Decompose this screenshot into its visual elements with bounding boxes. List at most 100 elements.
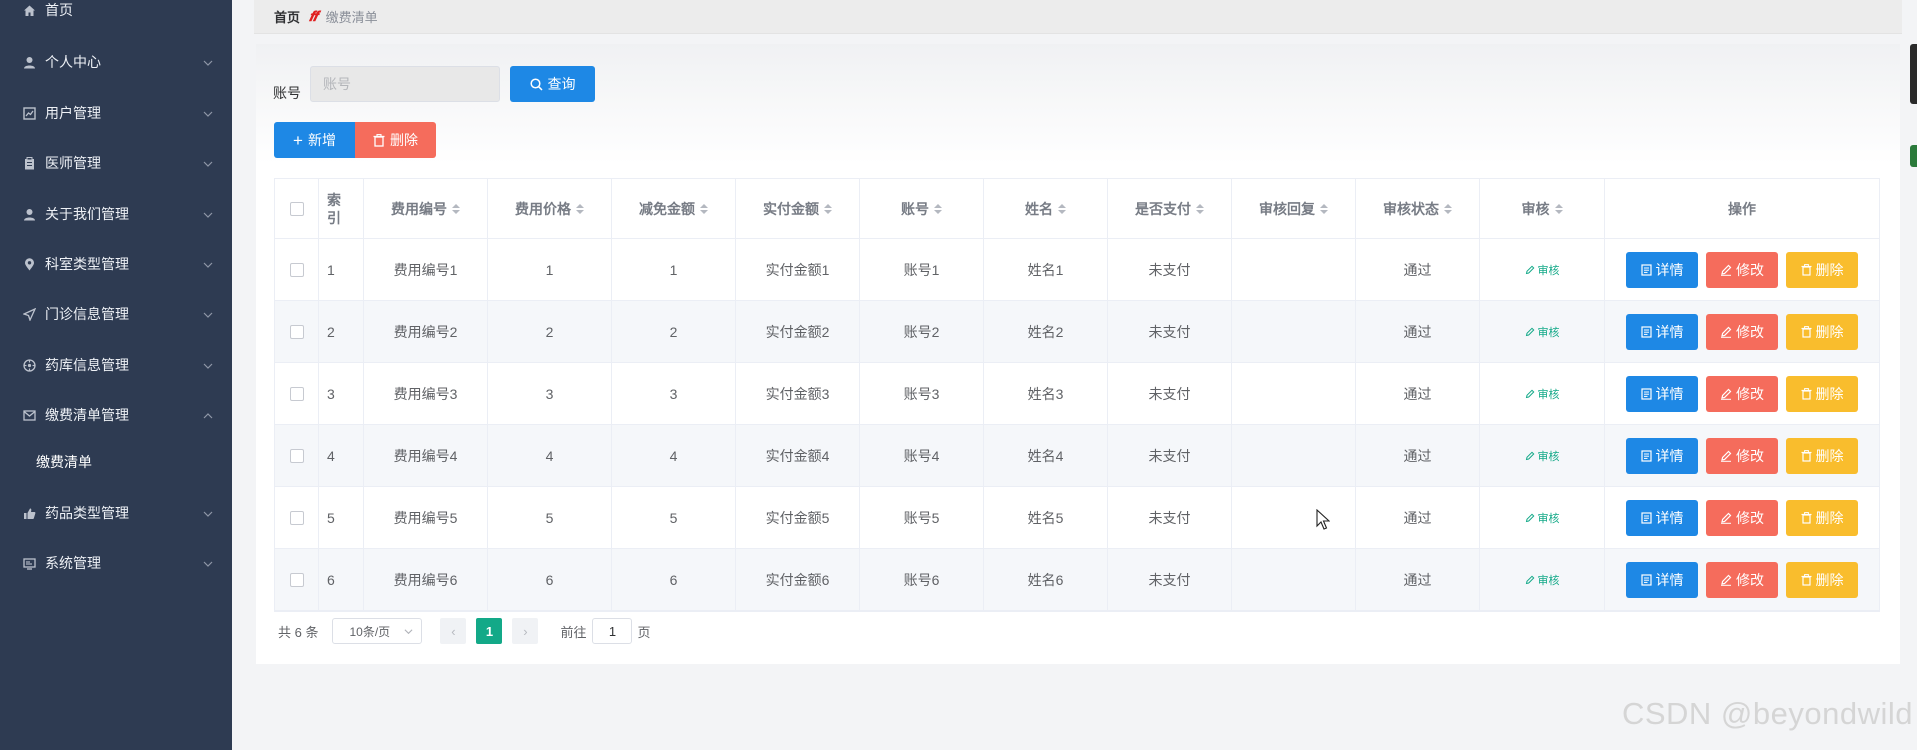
sidebar-item-8[interactable]: 药库信息管理	[0, 343, 232, 387]
sort-icon[interactable]	[1196, 203, 1204, 214]
sidebar-item-label: 医师管理	[45, 155, 101, 171]
sort-icon[interactable]	[1058, 203, 1066, 214]
breadcrumb-home[interactable]: 首页	[274, 7, 300, 26]
header-audit[interactable]: 审核	[1480, 179, 1605, 238]
delete-button[interactable]: 删除	[1786, 375, 1858, 412]
detail-button[interactable]: 详情	[1626, 561, 1698, 598]
row-checkbox[interactable]	[289, 448, 304, 463]
row-checkbox[interactable]	[289, 324, 304, 339]
search-input[interactable]	[310, 66, 500, 102]
cell-name-value: 姓名3	[1027, 385, 1064, 402]
bulk-delete-button[interactable]: 删除	[355, 122, 436, 158]
prev-page-button[interactable]: ‹	[440, 618, 467, 644]
edit-icon	[1525, 265, 1534, 274]
cell-actual-value: 实付金额6	[765, 571, 830, 588]
cell-paid-value: 未支付	[1148, 509, 1191, 526]
next-page-button[interactable]: ›	[512, 618, 539, 644]
header-fee-price[interactable]: 费用价格	[488, 179, 612, 238]
row-checkbox[interactable]	[289, 572, 304, 587]
query-button[interactable]: 查询	[510, 66, 595, 102]
sort-icon[interactable]	[1320, 203, 1328, 214]
audit-link[interactable]: 审核	[1525, 448, 1560, 464]
edit-button[interactable]: 修改	[1706, 499, 1778, 536]
header-discount[interactable]: 减免金额	[612, 179, 736, 238]
detail-button-label: 详情	[1655, 509, 1684, 526]
chevron-down-icon	[202, 507, 214, 519]
sidebar-item-6[interactable]: 科室类型管理	[0, 242, 232, 286]
detail-button[interactable]: 详情	[1626, 437, 1698, 474]
cell-actual-value: 实付金额5	[765, 509, 830, 526]
sidebar-item-5[interactable]: 关于我们管理	[0, 192, 232, 236]
breadcrumb: 首页 𝒇𝒇 缴费清单	[254, 0, 1902, 34]
row-checkbox[interactable]	[289, 386, 304, 401]
delete-button[interactable]: 删除	[1786, 313, 1858, 350]
row-checkbox[interactable]	[289, 510, 304, 525]
header-actual[interactable]: 实付金额	[736, 179, 860, 238]
chevron-down-icon	[404, 629, 413, 635]
detail-button[interactable]: 详情	[1626, 313, 1698, 350]
edit-button[interactable]: 修改	[1706, 251, 1778, 288]
sidebar-item-2[interactable]: 个人中心	[0, 40, 232, 84]
page-size-select[interactable]: 10条/页	[332, 618, 423, 644]
header-paid[interactable]: 是否支付	[1108, 179, 1232, 238]
edit-button[interactable]: 修改	[1706, 313, 1778, 350]
select-all-checkbox[interactable]	[289, 201, 304, 216]
add-button[interactable]: + 新增	[274, 122, 355, 158]
sort-icon[interactable]	[934, 203, 942, 214]
delete-button[interactable]: 删除	[1786, 499, 1858, 536]
goto-page-input[interactable]	[592, 618, 633, 644]
sidebar-item-3[interactable]: 用户管理	[0, 91, 232, 135]
sidebar-item-label: 药库信息管理	[45, 357, 129, 373]
sidebar-item-7[interactable]: 门诊信息管理	[0, 292, 232, 336]
sidebar-item-1[interactable]: 首页	[0, 0, 232, 32]
query-button-label: 查询	[547, 76, 576, 92]
sidebar-item-label: 系统管理	[45, 555, 101, 571]
audit-link[interactable]: 审核	[1525, 262, 1560, 278]
sidebar-item-4[interactable]: 医师管理	[0, 141, 232, 185]
sidebar-item-11[interactable]: 系统管理	[0, 541, 232, 585]
page-number-current[interactable]: 1	[476, 618, 503, 644]
detail-button[interactable]: 详情	[1626, 499, 1698, 536]
sort-icon[interactable]	[1444, 203, 1452, 214]
edit-button[interactable]: 修改	[1706, 561, 1778, 598]
page-size-value: 10条/页	[349, 624, 391, 639]
audit-link[interactable]: 审核	[1525, 386, 1560, 402]
cell-index: 3	[319, 363, 364, 424]
sidebar-item-10[interactable]: 药品类型管理	[0, 491, 232, 535]
sort-icon[interactable]	[1554, 203, 1563, 214]
delete-button[interactable]: 删除	[1786, 251, 1858, 288]
audit-link[interactable]: 审核	[1525, 572, 1560, 588]
cell-actual-value: 实付金额1	[765, 261, 830, 278]
header-fee-no[interactable]: 费用编号	[364, 179, 488, 238]
edit-button[interactable]: 修改	[1706, 437, 1778, 474]
cell-audit-status: 通过	[1356, 301, 1480, 362]
sort-icon[interactable]	[452, 203, 460, 214]
header-audit-reply[interactable]: 审核回复	[1232, 179, 1356, 238]
header-name[interactable]: 姓名	[984, 179, 1108, 238]
audit-link[interactable]: 审核	[1525, 324, 1560, 340]
trash-icon	[373, 133, 385, 147]
audit-link[interactable]: 审核	[1525, 510, 1560, 526]
detail-button[interactable]: 详情	[1626, 375, 1698, 412]
sort-icon[interactable]	[700, 203, 708, 214]
sidebar-item-9[interactable]: 缴费清单管理	[0, 393, 232, 437]
mouse-cursor-icon	[1316, 509, 1330, 530]
cell-discount: 2	[612, 301, 736, 362]
detail-button[interactable]: 详情	[1626, 251, 1698, 288]
sort-icon[interactable]	[824, 203, 832, 214]
row-checkbox-cell	[275, 487, 319, 548]
row-checkbox[interactable]	[289, 262, 304, 277]
cell-fee-no-value: 费用编号6	[393, 571, 458, 588]
sidebar-submenu-fee-list[interactable]: 缴费清单	[0, 442, 232, 482]
scrollbar-thumb[interactable]	[1910, 44, 1917, 104]
delete-button[interactable]: 删除	[1786, 561, 1858, 598]
edit-icon	[1525, 389, 1534, 398]
cell-audit: 审核	[1480, 549, 1605, 610]
row-checkbox-cell	[275, 301, 319, 362]
header-account[interactable]: 账号	[860, 179, 984, 238]
delete-button[interactable]: 删除	[1786, 437, 1858, 474]
edit-button[interactable]: 修改	[1706, 375, 1778, 412]
delete-button-label: 删除	[1815, 571, 1844, 588]
header-audit-status[interactable]: 审核状态	[1356, 179, 1480, 238]
sort-icon[interactable]	[576, 203, 584, 214]
